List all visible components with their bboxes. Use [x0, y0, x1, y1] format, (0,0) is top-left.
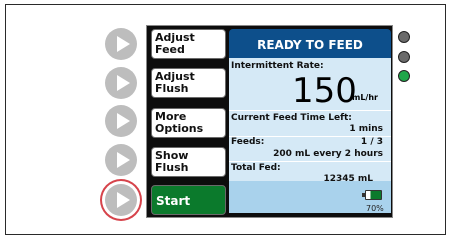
rate-unit: mL/hr: [352, 93, 378, 102]
feeds-detail: 200 mL every 2 hours: [273, 149, 383, 159]
divider: [229, 110, 391, 111]
rate-value: 150: [292, 71, 357, 111]
status-led-2: [398, 51, 410, 63]
status-title: READY TO FEED: [229, 29, 391, 58]
feeds-count: 1 / 3: [360, 137, 383, 147]
show-flush-button[interactable]: Show Flush: [151, 147, 226, 177]
adjust-flush-button[interactable]: Adjust Flush: [151, 68, 226, 98]
feeds-label: Feeds:: [231, 137, 265, 147]
total-fed-label: Total Fed:: [231, 163, 281, 173]
side-button-adjust-feed[interactable]: [105, 28, 137, 60]
more-options-button[interactable]: More Options: [151, 108, 226, 138]
intermittent-rate-label: Intermittent Rate:: [231, 61, 324, 71]
side-button-start[interactable]: [105, 184, 137, 216]
feed-time-label: Current Feed Time Left:: [231, 113, 352, 123]
side-button-more-options[interactable]: [105, 105, 137, 137]
side-button-adjust-flush[interactable]: [105, 67, 137, 99]
status-led-1: [398, 31, 410, 43]
battery-icon: [365, 190, 382, 200]
feed-time-value: 1 mins: [349, 124, 383, 134]
start-button[interactable]: Start: [151, 185, 226, 215]
adjust-feed-button[interactable]: Adjust Feed: [151, 29, 226, 59]
status-led-3: [398, 70, 410, 82]
side-button-show-flush[interactable]: [105, 144, 137, 176]
divider: [229, 161, 391, 162]
battery-percent: 70%: [366, 204, 384, 213]
